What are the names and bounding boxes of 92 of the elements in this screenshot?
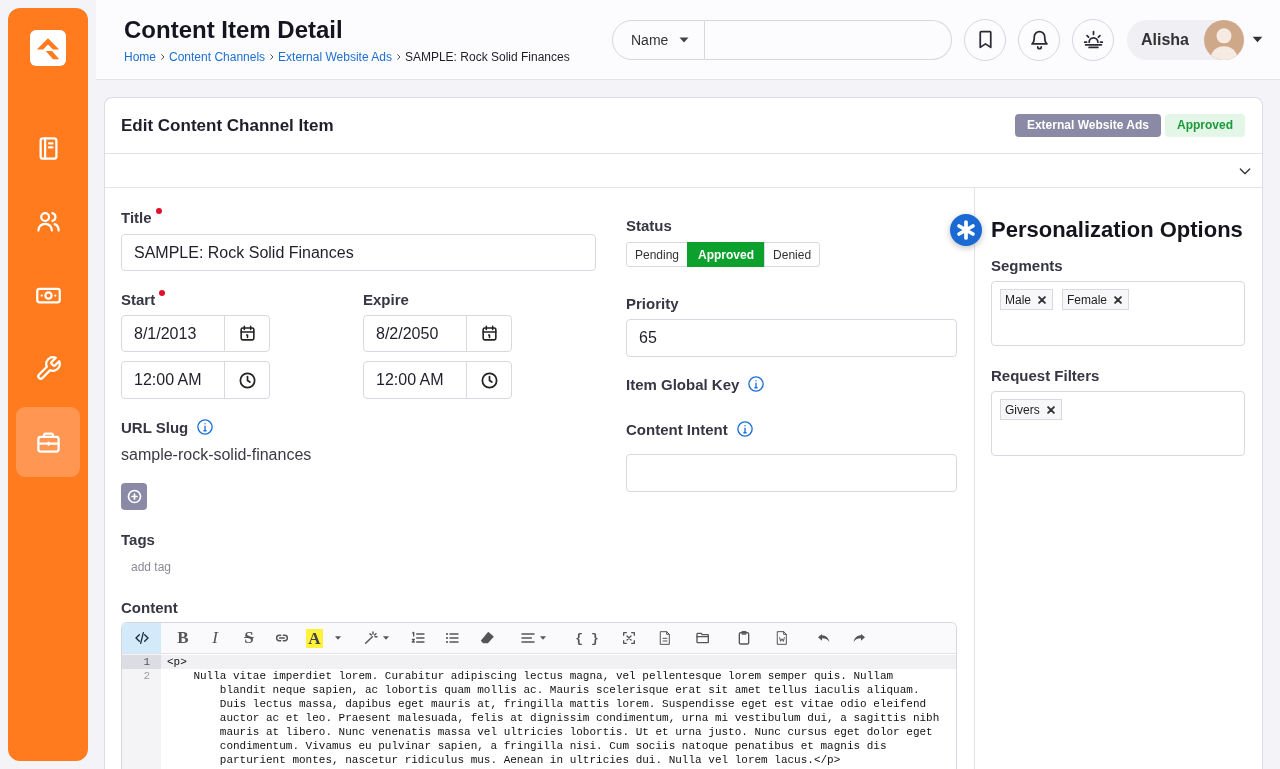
- panel-title: Personalization Options: [991, 216, 1244, 244]
- title-input[interactable]: SAMPLE: Rock Solid Finances: [121, 234, 596, 271]
- calendar-icon: [479, 324, 499, 343]
- priority-input[interactable]: 65: [626, 319, 957, 357]
- chevron-right-icon: [268, 52, 276, 61]
- breadcrumb-link[interactable]: Home: [124, 48, 156, 65]
- field-label: Priority: [626, 294, 679, 312]
- line-number: 2: [142, 669, 151, 684]
- breadcrumb-link[interactable]: Content Channels: [169, 48, 266, 65]
- strikethrough-button[interactable]: S: [231, 623, 267, 653]
- clock-icon: [237, 370, 257, 390]
- segments-field[interactable]: Male Female: [991, 281, 1245, 346]
- field-label: URL Slug: [121, 418, 189, 436]
- field-label: Item Global Key: [626, 375, 740, 393]
- time-button[interactable]: [466, 361, 512, 399]
- status-option[interactable]: Denied: [764, 242, 821, 267]
- italic-button[interactable]: I: [199, 623, 231, 653]
- time-button[interactable]: [224, 361, 270, 399]
- theme-button[interactable]: [1072, 18, 1114, 61]
- user-menu[interactable]: Alisha: [1127, 19, 1244, 60]
- sunrise-icon: [1082, 29, 1104, 50]
- chevron-right-icon: [159, 52, 166, 61]
- info-icon[interactable]: [735, 420, 754, 438]
- eraser-icon: [479, 630, 495, 646]
- field-label: Content Intent: [626, 420, 728, 438]
- channel-badge: External Website Ads: [1014, 114, 1161, 137]
- wrench-icon: [34, 355, 62, 382]
- field-label: Expire: [363, 290, 409, 308]
- tag-input-field[interactable]: add tag: [131, 559, 251, 575]
- folder-icon: [695, 630, 711, 646]
- font-color-button[interactable]: A: [297, 623, 351, 653]
- content-intent-input[interactable]: [626, 454, 957, 492]
- code-icon: [133, 630, 150, 646]
- field-label: Start: [121, 290, 156, 308]
- align-icon: [520, 630, 536, 646]
- clipboard-icon: [736, 630, 752, 646]
- start-time-input[interactable]: 12:00 AM: [121, 361, 225, 399]
- field-label: Status: [626, 216, 672, 234]
- field-label: Content: [121, 598, 178, 616]
- chevron-right-icon: [394, 52, 402, 61]
- request-filters-field[interactable]: Givers: [991, 391, 1245, 456]
- close-icon[interactable]: [1113, 294, 1124, 305]
- start-date-input[interactable]: 8/1/2013: [121, 315, 225, 352]
- caret-icon: [539, 634, 547, 642]
- search-field[interactable]: [705, 19, 952, 60]
- card-title: Edit Content Channel Item: [121, 115, 335, 136]
- clock-icon: [479, 370, 499, 390]
- add-button[interactable]: [121, 483, 147, 510]
- asterisk-icon: [950, 214, 982, 246]
- logo-icon[interactable]: [30, 30, 66, 66]
- info-icon[interactable]: [747, 375, 766, 393]
- braces-button[interactable]: { }: [561, 623, 613, 653]
- calendar-button[interactable]: [466, 315, 512, 352]
- tag-label: Male: [1005, 292, 1031, 307]
- field-label: Title: [121, 208, 152, 226]
- info-icon[interactable]: [196, 418, 215, 436]
- document-icon: [657, 630, 673, 646]
- caret-icon: [333, 634, 342, 642]
- code-line: <p>: [167, 655, 188, 669]
- code-view-button[interactable]: [122, 623, 161, 653]
- filter-dropdown[interactable]: Name: [612, 19, 705, 60]
- document-icon: [774, 630, 790, 646]
- bookmark-button[interactable]: [964, 18, 1006, 61]
- tag-label: Givers: [1005, 402, 1040, 417]
- breadcrumb-current: SAMPLE: Rock Solid Finances: [404, 48, 570, 65]
- magic-wand-icon: [362, 630, 379, 646]
- corners-icon: [621, 630, 637, 646]
- numbered-list-icon: [410, 630, 426, 646]
- calendar-icon: [237, 324, 257, 343]
- field-label: Segments: [991, 256, 1063, 274]
- field-label: Tags: [121, 530, 155, 548]
- plus-circle-icon: [125, 488, 143, 505]
- expire-time-input[interactable]: 12:00 AM: [363, 361, 467, 399]
- url-slug-text: sample-rock-solid-finances: [121, 445, 313, 465]
- expire-date-input[interactable]: 8/2/2050: [363, 315, 467, 352]
- bold-button[interactable]: B: [167, 623, 199, 653]
- field-label: Request Filters: [991, 366, 1100, 384]
- bell-icon: [1028, 29, 1050, 50]
- page-title: Content Item Detail: [124, 14, 344, 45]
- close-icon[interactable]: [1037, 294, 1047, 305]
- code-line: Nulla vitae imperdiet lorem. Curabitur adipiscing lectus magna, vel pellentesque lorem semper quis. Nullam blandit neque sapien, ac lobortis quam mollis ac. Mauris scelerisque erat sit amet tellus iaculis aliquam. Duis lectus massa, dapibus eget mauris at, fringilla mattis lorem. Suspendisse eget est vitae odio eleifend auctor ac et leo. Praesent malesuada, felis at dignissim condimentum, urna mi vestibulum dui, a sagittis nibh mauris at libero. Nunc venenatis massa vel ultricies lobortis. Ut et urna justo. Nunc cursus eget dolor eget condimentum. Vivamus eu pulvinar sapien, a fringilla nisi. Cum sociis natoque penatibus et magnis dis parturient montes, nascetur ridiculus mus. Aenean in ultricies dui. Nulla vel lorem lacus.</p>: [192, 669, 941, 767]
- caret-icon: [381, 634, 390, 642]
- line-number: 1: [122, 655, 161, 669]
- tag-label: Female: [1067, 292, 1108, 307]
- status-badge: Approved: [1165, 114, 1245, 137]
- close-icon[interactable]: [1045, 404, 1056, 415]
- notifications-button[interactable]: [1018, 18, 1060, 61]
- avatar-icon: [1204, 19, 1244, 60]
- bullet-list-icon: [443, 630, 460, 646]
- status-option[interactable]: Pending: [626, 242, 689, 267]
- calendar-button[interactable]: [224, 315, 270, 352]
- breadcrumb-link[interactable]: External Website Ads: [278, 48, 392, 65]
